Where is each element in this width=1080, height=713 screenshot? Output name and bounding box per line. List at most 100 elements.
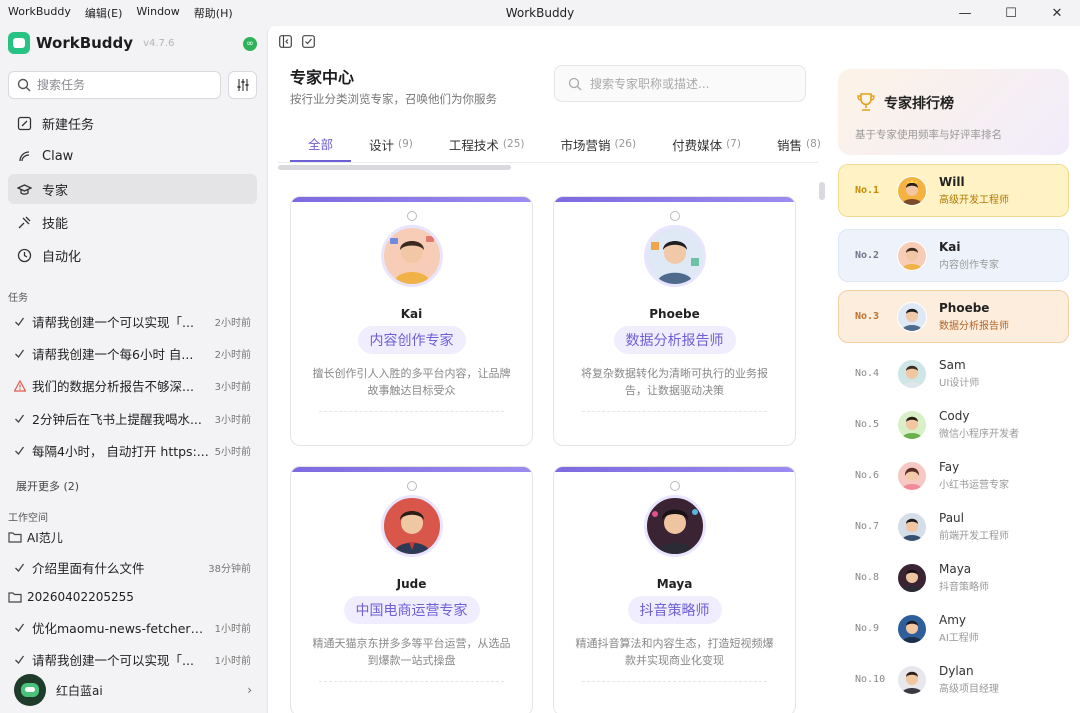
ranking-item[interactable]: No.5 Cody 微信小程序开发者 [838,398,1069,451]
card-accent-bar [291,197,532,202]
rank-name: Kai [939,240,961,254]
ranking-item[interactable]: No.2 Kai 内容创作专家 [838,229,1069,282]
tab-marketing[interactable]: 市场营销 (26) [542,126,654,162]
workspace-folder[interactable]: AI范儿 [8,523,257,551]
panel-toolbar [279,35,315,48]
task-item[interactable]: 请帮我创建一个每6小时 自... 2小时前 [8,337,257,369]
nav-label: 新建任务 [42,117,95,133]
tab-label: 市场营销 [560,137,611,153]
nav-automation[interactable]: 自动化 [8,240,257,270]
avatar [14,674,46,706]
new-task-icon[interactable] [302,35,315,48]
avatar [897,664,927,695]
expert-description: 擅长创作引人入胜的多平台内容，让品牌故事触达目标受众 [312,367,511,397]
collapse-sidebar-icon[interactable] [279,35,292,48]
task-item[interactable]: 每隔4小时， 自动打开 https:... 5小时前 [8,435,257,467]
ranking-item[interactable]: No.10 Dylan 高级项目经理 [838,653,1069,706]
sidebar-nav: 新建任务 Claw 专家 技能 自动化 [8,108,257,273]
pin-icon [407,481,417,491]
expert-search-input[interactable] [590,76,790,91]
tab-count: (26) [614,138,637,150]
tab-engineering[interactable]: 工程技术 (25) [431,126,543,162]
user-profile[interactable]: 红白蓝ai › [14,674,252,706]
ranking-item[interactable]: No.4 Sam UI设计师 [838,347,1069,400]
edit-icon [17,116,32,130]
page-subtitle: 按行业分类浏览专家，召唤他们为你服务 [290,92,497,106]
ranking-title: 专家排行榜 [884,96,954,112]
tabs-scrollbar[interactable] [278,165,511,170]
ranking-item[interactable]: No.6 Fay 小红书运营专家 [838,449,1069,502]
folder-icon [8,532,22,543]
minimize-button[interactable]: — [942,0,988,26]
task-item[interactable]: 2分钟后在飞书上提醒我喝水... 3小时前 [8,402,257,434]
maximize-button[interactable]: ☐ [988,0,1034,26]
link-icon[interactable]: ∞ [243,37,257,51]
task-item[interactable]: 优化maomu-news-fetcher这... 1小时前 [8,611,257,643]
ranking-item[interactable]: No.8 Maya 抖音策略师 [838,551,1069,604]
expert-role-badge: 内容创作专家 [357,326,466,354]
avatar [381,225,443,287]
rank-name: Fay [939,460,960,474]
expert-card[interactable]: Kai 内容创作专家 擅长创作引人入胜的多平台内容，让品牌故事触达目标受众 [290,196,533,446]
check-icon [14,562,28,573]
menu-window[interactable]: Window [136,5,179,21]
task-item[interactable]: 介绍里面有什么文件 38分钟前 [8,551,257,583]
rank-role: UI设计师 [939,378,980,389]
expert-card[interactable]: Maya 抖音策略师 精通抖音算法和内容生态，打造短视频爆款并实现商业化变现 [553,466,796,713]
nav-label: Claw [42,148,74,164]
menu-workbuddy[interactable]: WorkBuddy [8,5,71,21]
task-time: 2小时前 [214,350,251,362]
search-icon [17,78,31,92]
ranking-item[interactable]: No.1 Will 高级开发工程师 [838,164,1069,217]
rank-role: 高级项目经理 [939,684,999,695]
nav-new-task[interactable]: 新建任务 [8,108,257,138]
rank-number: No.8 [855,572,880,583]
task-item[interactable]: 请帮我创建一个可以实现「... 1小时前 [8,644,257,676]
show-more-link[interactable]: 展开更多 (2) [16,478,79,494]
nav-experts[interactable]: 专家 [8,174,257,204]
brand-version: v4.7.6 [143,37,175,49]
rank-number: No.1 [855,185,880,196]
nav-skills[interactable]: 技能 [8,207,257,237]
ranking-header: 专家排行榜 基于专家使用频率与好评率排名 [838,69,1069,155]
expert-name: Phoebe [649,307,700,321]
cards-scrollbar[interactable] [819,182,825,200]
tab-all[interactable]: 全部 [290,126,352,162]
tab-sales[interactable]: 销售 (8) [759,126,839,162]
workspace-folder[interactable]: 20260402205255 [8,583,257,611]
close-button[interactable]: ✕ [1034,0,1080,26]
expert-role-badge: 数据分析报告师 [613,326,736,354]
workbuddy-logo-icon [8,32,30,54]
warning-icon [14,379,28,392]
tab-paid-media[interactable]: 付费媒体 (7) [654,126,759,162]
task-text: 请帮我创建一个可以实现「... [32,314,194,330]
category-tabs: 全部 设计 (9) 工程技术 (25) 市场营销 (26) 付费媒体 (7) 销售 (8) [290,126,839,162]
rank-number: No.7 [855,521,880,532]
task-item[interactable]: 我们的数据分析报告不够深... 3小时前 [8,370,257,402]
rank-number: No.4 [855,368,880,379]
avatar [897,358,927,389]
rank-role: 小红书运营专家 [939,480,1009,491]
filter-button[interactable] [228,71,257,99]
tab-design[interactable]: 设计 (9) [351,126,431,162]
menu-help[interactable]: 帮助(H) [194,5,233,21]
ranking-item[interactable]: No.9 Amy AI工程师 [838,602,1069,655]
folder-name: 20260402205255 [27,590,134,605]
rank-number: No.9 [855,623,880,634]
avatar [644,225,706,287]
title-bar: WorkBuddy 编辑(E) Window 帮助(H) WorkBuddy —… [0,0,1080,26]
user-name: 红白蓝ai [56,683,103,698]
menu-edit[interactable]: 编辑(E) [85,5,123,21]
claw-icon [19,150,30,161]
nav-claw[interactable]: Claw [8,141,257,171]
brand[interactable]: WorkBuddy v4.7.6 [8,32,174,54]
ranking-item[interactable]: No.7 Paul 前端开发工程师 [838,500,1069,553]
rank-role: 数据分析报告师 [939,321,1009,332]
expert-card[interactable]: Jude 中国电商运营专家 精通天猫京东拼多多等平台运营，从选品到爆款一站式操盘 [290,466,533,713]
expert-card[interactable]: Phoebe 数据分析报告师 将复杂数据转化为清晰可执行的业务报告，让数据驱动决… [553,196,796,446]
task-search-input[interactable] [37,78,207,92]
ranking-subtitle: 基于专家使用频率与好评率排名 [855,129,1002,141]
ranking-item[interactable]: No.3 Phoebe 数据分析报告师 [838,290,1069,343]
task-item[interactable]: 请帮我创建一个可以实现「... 2小时前 [8,305,257,337]
sliders-icon [237,79,248,91]
